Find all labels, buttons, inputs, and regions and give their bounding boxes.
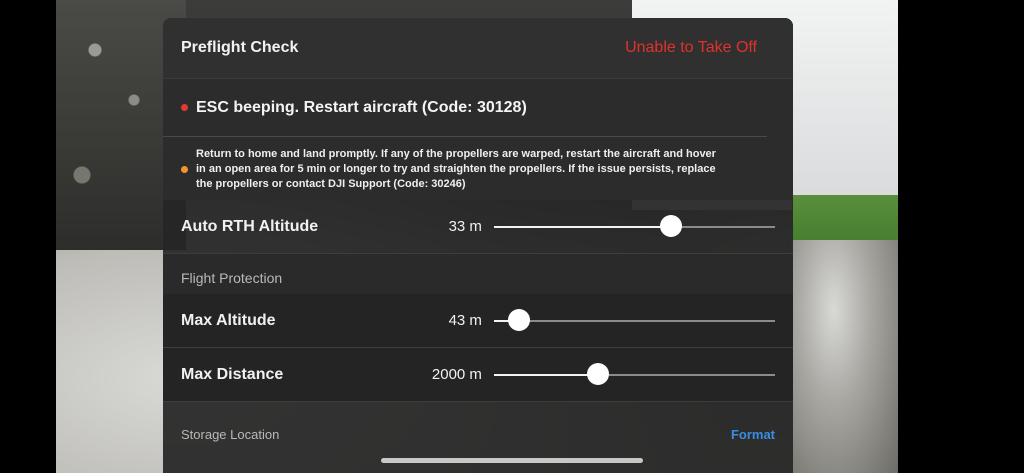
warning-item[interactable]: ESC beeping. Restart aircraft (Code: 301… bbox=[163, 79, 767, 137]
settings-panel: Preflight Check Unable to Take Off ESC b… bbox=[163, 18, 793, 473]
warning-dot-icon bbox=[181, 166, 188, 173]
home-indicator[interactable] bbox=[381, 458, 643, 463]
preflight-title: Preflight Check bbox=[181, 39, 299, 56]
storage-location-label: Storage Location bbox=[181, 427, 280, 442]
auto-rth-altitude-label: Auto RTH Altitude bbox=[181, 217, 319, 235]
error-dot-icon bbox=[181, 104, 188, 111]
slider-fill bbox=[493, 373, 598, 376]
slider-knob[interactable] bbox=[660, 214, 682, 237]
preflight-header: Preflight Check Unable to Take Off bbox=[163, 18, 793, 78]
warning-text: Return to home and land promptly. If any… bbox=[196, 148, 716, 190]
section-heading: Flight Protection bbox=[181, 270, 283, 286]
storage-location-row: Storage Location Format bbox=[163, 402, 793, 442]
max-altitude-slider[interactable] bbox=[493, 308, 775, 331]
max-distance-value: 2000 m bbox=[431, 366, 482, 383]
warning-item[interactable]: Return to home and land promptly. If any… bbox=[163, 137, 793, 200]
slider-knob[interactable] bbox=[586, 362, 609, 385]
max-altitude-label: Max Altitude bbox=[181, 311, 276, 329]
max-distance-label: Max Distance bbox=[181, 365, 284, 383]
auto-rth-altitude-value: 33 m bbox=[448, 218, 482, 235]
max-altitude-row: Max Altitude 43 m bbox=[163, 294, 793, 348]
rock bbox=[791, 240, 898, 473]
slider-fill bbox=[493, 225, 671, 228]
warning-text: ESC beeping. Restart aircraft (Code: 301… bbox=[196, 98, 527, 116]
format-button[interactable]: Format bbox=[731, 427, 775, 442]
max-altitude-value: 43 m bbox=[448, 312, 482, 329]
max-distance-slider[interactable] bbox=[493, 362, 775, 385]
slider-knob[interactable] bbox=[508, 308, 531, 331]
flight-protection-heading: Flight Protection bbox=[163, 254, 793, 294]
auto-rth-altitude-slider[interactable] bbox=[493, 214, 775, 237]
max-distance-row: Max Distance 2000 m bbox=[163, 348, 793, 402]
auto-rth-altitude-row: Auto RTH Altitude 33 m bbox=[163, 200, 793, 254]
preflight-warnings: ESC beeping. Restart aircraft (Code: 301… bbox=[163, 78, 793, 200]
takeoff-status: Unable to Take Off bbox=[625, 39, 757, 56]
